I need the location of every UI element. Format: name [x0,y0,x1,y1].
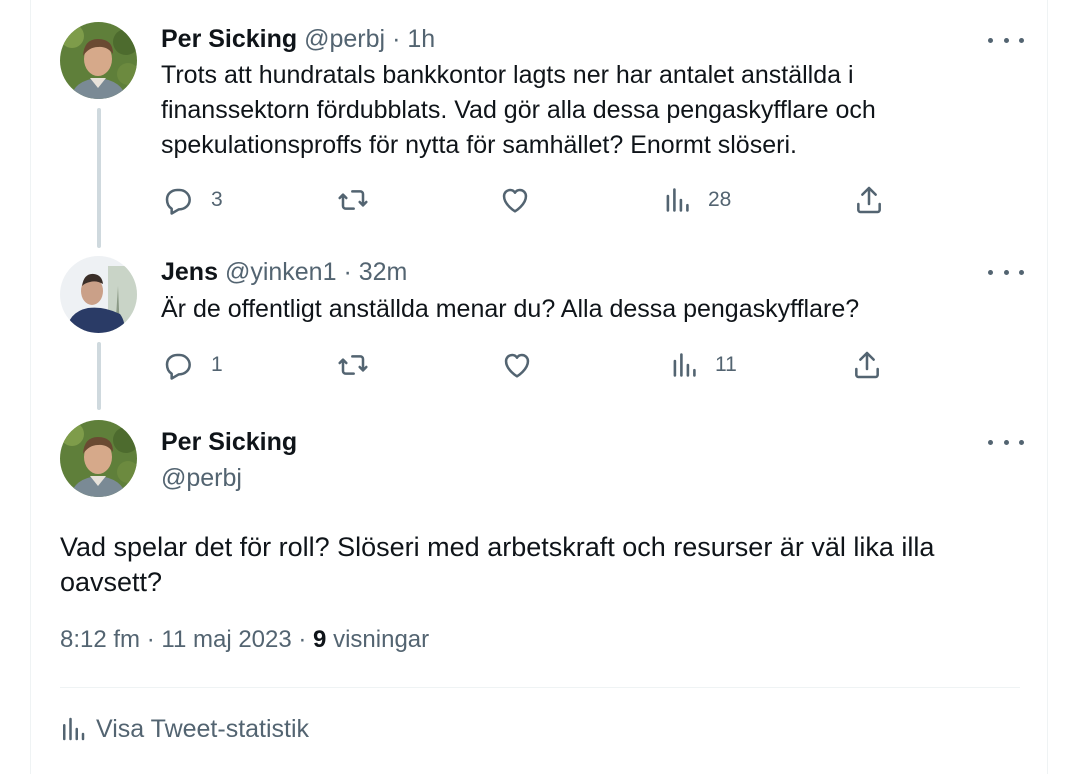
tweet-header: Jens @yinken1 · 32m [161,257,407,287]
like-icon [502,188,528,213]
retweet-button[interactable] [336,349,370,381]
author-handle[interactable]: @perbj [161,464,242,492]
thread-line [97,108,101,248]
author-handle[interactable]: @yinken1 [225,258,337,286]
views-count: 9 [313,626,327,653]
more-icon[interactable] [988,430,1024,454]
stats-link-label: Visa Tweet-statistik [96,714,310,743]
stats-icon [63,717,85,741]
thread-line [97,342,101,410]
tweet-time[interactable]: · 1h [392,25,435,53]
views-label: visningar [333,626,430,653]
main-tweet-text: Vad spelar det för roll? Slöseri med arb… [60,532,935,597]
divider [60,687,1020,688]
meta-separator: · [146,626,155,653]
reply-icon [165,188,191,215]
tweet-header: Per Sicking @perbj · 1h [161,24,435,54]
retweet-button[interactable] [336,184,370,216]
meta-separator: · [298,626,307,653]
reply-button[interactable]: 3 [161,184,223,216]
avatar-jens[interactable] [60,256,137,333]
tweet-date[interactable]: 11 maj 2023 [161,626,291,653]
retweet-icon [338,355,368,375]
views-button[interactable]: 28 [664,184,731,216]
main-author-handle-row: @perbj [161,463,242,493]
reply-count: 3 [211,188,223,211]
like-button[interactable] [501,349,533,381]
reply-count: 1 [211,353,223,376]
author-name[interactable]: Per Sicking [161,428,297,456]
views-count: 11 [715,353,737,376]
share-icon [855,351,879,379]
like-button[interactable] [499,184,531,216]
views-count: 28 [708,188,732,211]
like-icon [504,353,530,378]
avatar-per-sicking[interactable] [60,22,137,99]
views-icon [673,353,696,377]
tweet-text: Trots att hundratals bankkontor lagts ne… [161,61,876,159]
main-author-name-row: Per Sicking [161,427,297,457]
more-icon[interactable] [988,28,1024,52]
tweet-stats-link[interactable]: Visa Tweet-statistik [60,714,309,744]
reply-icon [165,353,191,380]
tweet-text: Är de offentligt anställda menar du? All… [161,295,860,323]
tweet-time[interactable]: 8:12 fm [60,626,140,653]
reply-button[interactable]: 1 [161,349,223,381]
share-button[interactable] [853,184,885,216]
avatar-per-sicking[interactable] [60,420,137,497]
author-handle[interactable]: @perbj [304,25,385,53]
retweet-icon [338,190,368,210]
share-button[interactable] [851,349,883,381]
tweet-metadata: 8:12 fm · 11 maj 2023 · 9 visningar [60,624,429,656]
tweet-time[interactable]: · 32m [343,258,407,286]
share-icon [857,186,881,214]
views-button[interactable]: 11 [671,349,737,381]
more-icon[interactable] [988,260,1024,284]
author-name[interactable]: Per Sicking [161,25,297,53]
author-name[interactable]: Jens [161,258,218,286]
views-icon [666,188,689,212]
